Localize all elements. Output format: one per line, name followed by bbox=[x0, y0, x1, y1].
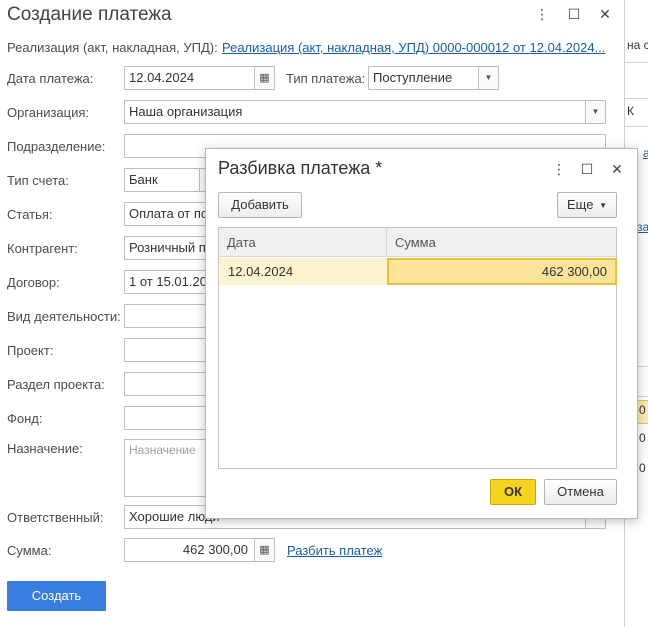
org-label: Организация: bbox=[7, 105, 90, 120]
table-cell-date[interactable]: 12.04.2024 bbox=[219, 258, 387, 285]
chevron-down-icon: ▼ bbox=[599, 200, 607, 210]
payment-type-value: Поступление bbox=[373, 70, 453, 85]
ok-button[interactable]: ОК bbox=[490, 479, 536, 505]
more-button-label: Еще bbox=[567, 197, 594, 212]
division-label: Подразделение: bbox=[7, 139, 106, 154]
cancel-button[interactable]: Отмена bbox=[544, 479, 617, 505]
close-icon[interactable]: ✕ bbox=[597, 6, 613, 23]
divider bbox=[625, 62, 648, 63]
contract-value: 1 от 15.01.20 bbox=[129, 274, 207, 289]
sale-label: Реализация (акт, накладная, УПД): bbox=[7, 40, 218, 55]
maximize-icon[interactable]: ☐ bbox=[566, 6, 582, 23]
amount-value: 462 300,00 bbox=[182, 542, 248, 557]
project-label: Проект: bbox=[7, 343, 54, 358]
create-button[interactable]: Создать bbox=[7, 581, 106, 611]
amount-field[interactable]: 462 300,00 ▦ bbox=[124, 538, 275, 562]
article-label: Статья: bbox=[7, 207, 53, 222]
project-section-label: Раздел проекта: bbox=[7, 377, 105, 392]
dialog-title: Разбивка платежа * bbox=[218, 158, 383, 178]
article-value: Оплата от по bbox=[129, 206, 209, 221]
payment-type-select[interactable]: Поступление ▼ bbox=[368, 66, 499, 90]
fund-label: Фонд: bbox=[7, 411, 43, 426]
sale-document-link[interactable]: Реализация (акт, накладная, УПД) 0000-00… bbox=[222, 40, 605, 55]
divider bbox=[625, 98, 648, 99]
chevron-down-icon[interactable]: ▼ bbox=[585, 101, 605, 123]
counterparty-label: Контрагент: bbox=[7, 241, 78, 256]
date-field[interactable]: 12.04.2024 ▦ bbox=[124, 66, 275, 90]
date-value: 12.04.2024 bbox=[129, 70, 195, 85]
amount-label: Сумма: bbox=[7, 543, 52, 558]
contract-label: Договор: bbox=[7, 275, 60, 290]
activity-label: Вид деятельности: bbox=[7, 309, 121, 324]
maximize-icon[interactable]: ☐ bbox=[579, 161, 595, 178]
background-link[interactable]: за bbox=[637, 220, 648, 234]
background-text: 0 bbox=[639, 461, 646, 475]
window-title: Создание платежа bbox=[7, 4, 172, 25]
org-field[interactable]: Наша организация ▼ bbox=[124, 100, 606, 124]
background-text: 0 bbox=[639, 403, 646, 417]
close-icon[interactable]: ✕ bbox=[609, 161, 625, 178]
more-menu-icon[interactable]: ⋮ bbox=[551, 161, 567, 178]
divider bbox=[625, 126, 648, 127]
split-payment-link[interactable]: Разбить платеж bbox=[287, 543, 382, 558]
background-text: К bbox=[627, 104, 634, 118]
split-payment-dialog: Разбивка платежа * ⋮ ☐ ✕ Добавить Еще ▼ … bbox=[205, 148, 638, 519]
responsible-label: Ответственный: bbox=[7, 510, 104, 525]
account-type-label: Тип счета: bbox=[7, 173, 69, 188]
column-header-date[interactable]: Дата bbox=[219, 228, 387, 257]
column-header-amount[interactable]: Сумма bbox=[387, 228, 616, 257]
org-value: Наша организация bbox=[129, 104, 243, 119]
purpose-label: Назначение: bbox=[7, 441, 83, 456]
payment-type-label: Тип платежа: bbox=[286, 71, 366, 86]
more-menu-icon[interactable]: ⋮ bbox=[534, 6, 550, 23]
purpose-placeholder: Назначение bbox=[129, 443, 196, 457]
add-button[interactable]: Добавить bbox=[218, 192, 302, 218]
background-link[interactable]: а bbox=[643, 146, 648, 160]
background-text: 0 bbox=[639, 431, 646, 445]
split-table[interactable]: Дата Сумма 12.04.2024 462 300,00 bbox=[218, 227, 617, 469]
calculator-icon[interactable]: ▦ bbox=[254, 539, 274, 561]
calendar-icon[interactable]: ▦ bbox=[254, 67, 274, 89]
table-cell-amount[interactable]: 462 300,00 bbox=[387, 258, 617, 285]
background-text: на с bbox=[627, 38, 648, 52]
counterparty-value: Розничный п bbox=[129, 240, 206, 255]
more-button[interactable]: Еще ▼ bbox=[557, 192, 617, 218]
chevron-down-icon[interactable]: ▼ bbox=[478, 67, 498, 89]
date-label: Дата платежа: bbox=[7, 71, 94, 86]
